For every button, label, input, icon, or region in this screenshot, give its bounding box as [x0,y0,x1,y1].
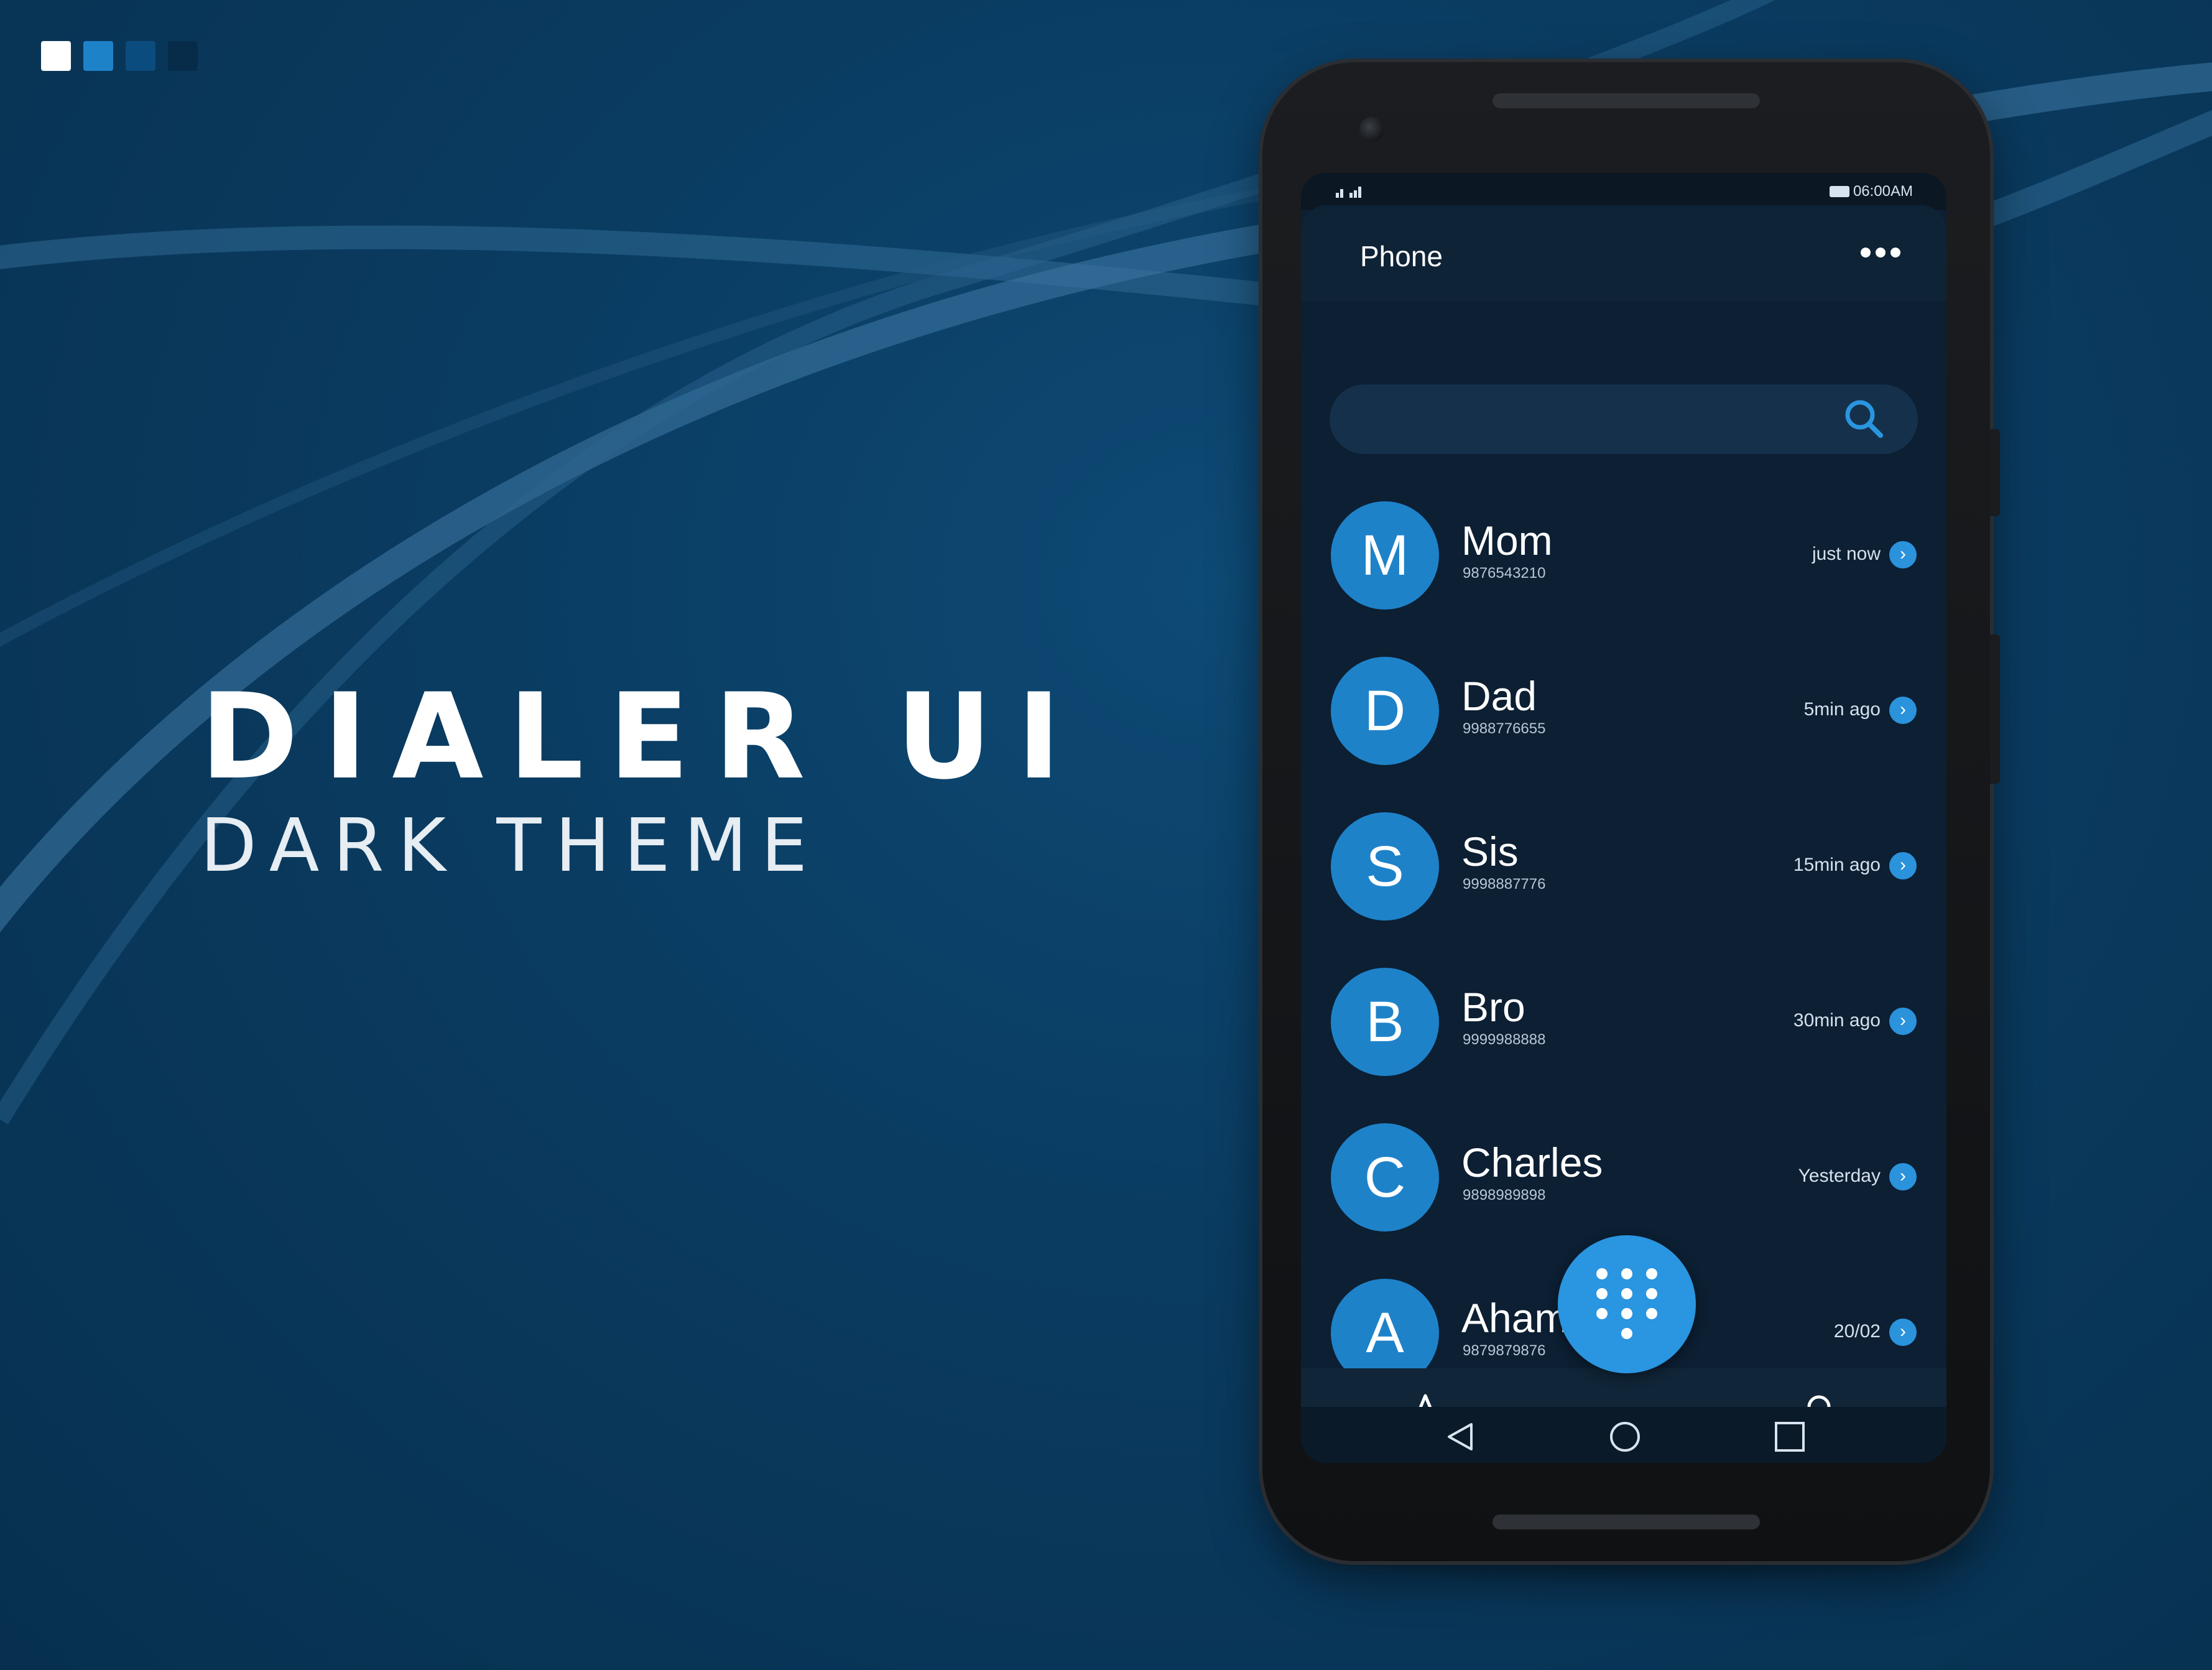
chevron-right-icon[interactable]: › [1889,852,1917,879]
recents-square-icon[interactable] [1774,1421,1806,1453]
hero-subtitle: DARK THEME [200,802,821,888]
contact-row[interactable]: C Charles 9898989898 Yesterday › [1301,1123,1946,1248]
contact-number: 9999988888 [1463,1031,1546,1048]
status-time: 06:00AM [1853,183,1913,200]
more-horizontal-icon[interactable] [1856,243,1905,262]
contact-number: 9998887776 [1463,876,1546,893]
hero-title: DIALER UI [200,668,1086,805]
dialpad-icon [1596,1268,1657,1339]
system-nav-bar [1301,1407,1946,1463]
brand-square-3 [126,41,155,71]
status-right: 06:00AM [1829,183,1913,200]
contact-avatar: D [1331,657,1439,765]
contact-name: Charles [1461,1139,1603,1185]
status-bar: 06:00AM [1301,173,1946,210]
phone-speaker-bottom [1492,1515,1760,1529]
phone-speaker [1492,93,1760,108]
chevron-right-icon[interactable]: › [1889,1163,1917,1190]
front-camera-icon [1359,117,1384,142]
home-circle-icon[interactable] [1609,1421,1641,1453]
chevron-right-icon[interactable]: › [1889,1319,1917,1346]
contact-row[interactable]: S Sis 9998887776 15min ago › [1301,812,1946,937]
brand-squares [41,41,198,71]
phone-volume-button [1990,634,2000,784]
contact-row[interactable]: M Mom 9876543210 just now › [1301,501,1946,626]
contact-time: Yesterday [1798,1166,1881,1186]
contact-time: 15min ago [1793,855,1881,875]
brand-square-4 [168,41,198,71]
contact-name: Aham [1461,1295,1569,1341]
contact-name: Bro [1461,984,1525,1030]
signal-icon [1336,187,1361,198]
contact-avatar: S [1331,812,1439,921]
brand-square-1 [41,41,71,71]
contact-time: 5min ago [1803,699,1881,720]
contact-row[interactable]: D Dad 9988776655 5min ago › [1301,657,1946,781]
contact-time: 20/02 [1833,1321,1881,1342]
dialpad-button[interactable] [1558,1235,1696,1373]
search-input[interactable] [1330,384,1918,454]
contact-number: 9876543210 [1463,565,1546,582]
back-triangle-icon[interactable] [1444,1421,1476,1453]
contact-name: Dad [1461,673,1537,719]
search-icon[interactable] [1842,397,1887,442]
app-header: Phone [1301,205,1946,301]
contact-time: just now [1812,544,1881,564]
contact-number: 9879879876 [1463,1342,1546,1359]
app-title: Phone [1360,240,1443,272]
contact-avatar: M [1331,501,1439,610]
contact-number: 9898989898 [1463,1187,1546,1204]
chevron-right-icon[interactable]: › [1889,697,1917,724]
contact-row[interactable]: B Bro 9999988888 30min ago › [1301,968,1946,1092]
brand-square-2 [83,41,113,71]
contact-number: 9988776655 [1463,720,1546,737]
contact-avatar: C [1331,1123,1439,1232]
contact-name: Mom [1461,517,1553,564]
contact-time: 30min ago [1793,1010,1881,1031]
chevron-right-icon[interactable]: › [1889,541,1917,568]
battery-icon [1829,186,1849,197]
chevron-right-icon[interactable]: › [1889,1008,1917,1035]
phone-side-button [1990,429,2000,516]
contact-name: Sis [1461,828,1519,874]
contact-avatar: B [1331,968,1439,1076]
